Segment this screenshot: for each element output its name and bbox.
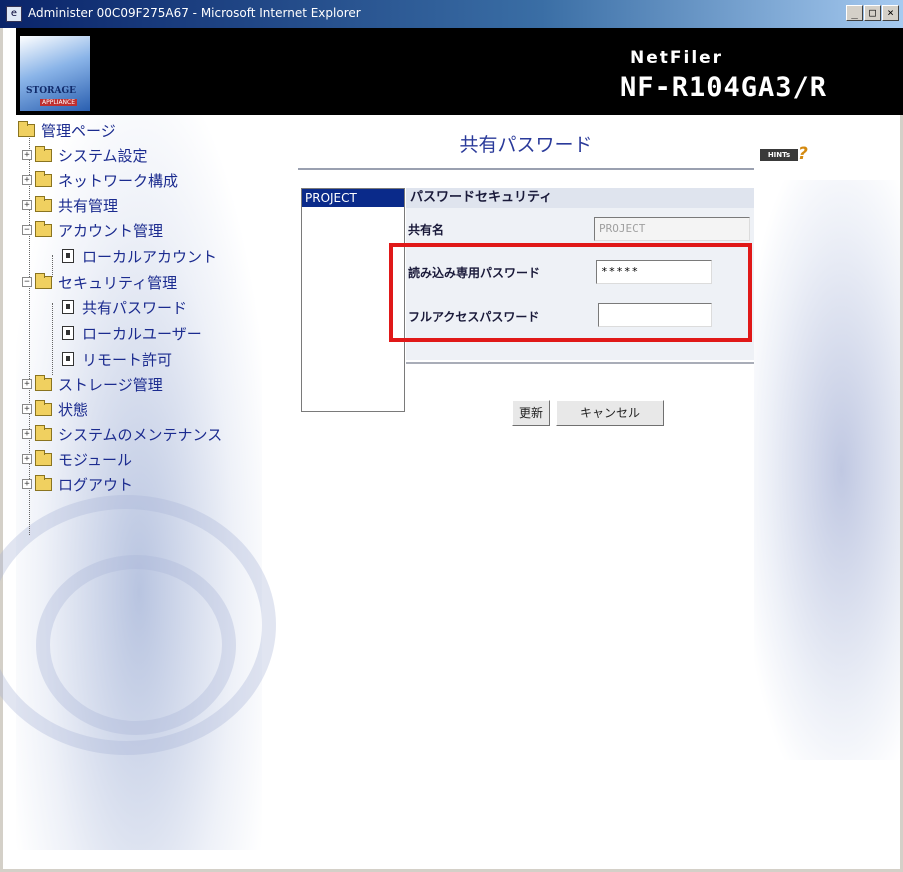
nav-share-password[interactable]: 共有パスワード [62, 295, 187, 319]
nav-label: ログアウト [58, 475, 134, 494]
page-title: 共有パスワード [459, 134, 593, 156]
tree-connector [52, 303, 53, 375]
nav-label: 共有管理 [58, 196, 119, 215]
expand-icon[interactable]: + [22, 379, 32, 389]
cancel-button[interactable]: キャンセル [556, 400, 664, 426]
share-name-field: PROJECT [594, 217, 750, 241]
nav-share-management[interactable]: + 共有管理 [22, 193, 118, 217]
nav-local-account[interactable]: ローカルアカウント [62, 244, 217, 268]
hints-label: HINTs [760, 149, 798, 161]
nav-label: システム設定 [58, 146, 148, 165]
storage-logo: STORAGE APPLIANCE [20, 36, 90, 111]
nav-label: リモート許可 [82, 350, 173, 369]
page-icon [62, 326, 74, 340]
folder-icon [35, 449, 52, 466]
nav-label: ストレージ管理 [58, 375, 163, 394]
expand-icon[interactable]: + [22, 479, 32, 489]
page-icon [62, 300, 74, 314]
window-title: Administer 00C09F275A67 - Microsoft Inte… [28, 6, 361, 20]
nav-modules[interactable]: + モジュール [22, 447, 132, 471]
folder-icon [35, 170, 52, 187]
expand-icon[interactable]: + [22, 404, 32, 414]
panel-title: パスワードセキュリティ [406, 188, 754, 208]
close-button[interactable]: × [882, 5, 899, 21]
share-list-item[interactable]: PROJECT [302, 189, 404, 207]
hints-button[interactable]: HINTs ? [760, 144, 816, 164]
collapse-icon[interactable]: − [22, 225, 32, 235]
nav-label: ローカルユーザー [82, 324, 202, 343]
logo-text: STORAGE [26, 86, 77, 96]
expand-icon[interactable]: + [22, 175, 32, 185]
page-header: STORAGE APPLIANCE NetFiler NF-R104GA3/R [16, 28, 903, 115]
maximize-button[interactable]: □ [864, 5, 881, 21]
nav-account-management[interactable]: − アカウント管理 [22, 218, 163, 242]
folder-icon [35, 145, 52, 162]
nav-admin-page[interactable]: 管理ページ [18, 118, 116, 142]
navigation-sidebar: 管理ページ + システム設定 + ネットワーク構成 + 共有管理 − アカウント… [0, 115, 276, 850]
ie-app-icon: e [6, 6, 22, 22]
share-name-label: 共有名 [408, 223, 445, 237]
title-divider [298, 168, 754, 170]
nav-network[interactable]: + ネットワーク構成 [22, 168, 178, 192]
nav-label: セキュリティ管理 [58, 273, 178, 292]
folder-icon [35, 195, 52, 212]
folder-icon [35, 399, 52, 416]
folder-open-icon [35, 220, 52, 237]
nav-label: アカウント管理 [58, 221, 164, 240]
logo-subtext: APPLIANCE [40, 99, 78, 106]
nav-storage-management[interactable]: + ストレージ管理 [22, 372, 163, 396]
folder-icon [35, 474, 52, 491]
nav-system-maintenance[interactable]: + システムのメンテナンス [22, 422, 222, 446]
folder-icon [35, 374, 52, 391]
nav-security-management[interactable]: − セキュリティ管理 [22, 270, 177, 294]
product-family: NetFiler [630, 48, 724, 68]
collapse-icon[interactable]: − [22, 277, 32, 287]
nav-label: モジュール [58, 450, 132, 469]
nav-remote-permission[interactable]: リモート許可 [62, 347, 172, 371]
product-model: NF-R104GA3/R [620, 72, 828, 103]
expand-icon[interactable]: + [22, 429, 32, 439]
minimize-button[interactable]: _ [846, 5, 863, 21]
decorative-swirl [36, 555, 236, 735]
nav-local-user[interactable]: ローカルユーザー [62, 321, 202, 345]
nav-label: 管理ページ [41, 121, 116, 140]
folder-open-icon [18, 120, 35, 137]
expand-icon[interactable]: + [22, 150, 32, 160]
nav-logout[interactable]: + ログアウト [22, 472, 133, 496]
page-icon [62, 352, 74, 366]
nav-label: ローカルアカウント [82, 247, 218, 266]
nav-label: 共有パスワード [82, 298, 188, 317]
decorative-background [754, 180, 900, 760]
nav-label: ネットワーク構成 [58, 171, 179, 190]
nav-label: 状態 [58, 400, 89, 419]
nav-system-settings[interactable]: + システム設定 [22, 143, 148, 167]
update-button[interactable]: 更新 [512, 400, 550, 426]
nav-label: システムのメンテナンス [58, 425, 223, 444]
window-title-bar[interactable]: e Administer 00C09F275A67 - Microsoft In… [0, 0, 903, 28]
highlight-box [389, 243, 752, 342]
nav-status[interactable]: + 状態 [22, 397, 88, 421]
expand-icon[interactable]: + [22, 200, 32, 210]
expand-icon[interactable]: + [22, 454, 32, 464]
question-mark-icon: ? [798, 144, 808, 164]
folder-icon [35, 424, 52, 441]
folder-open-icon [35, 272, 52, 289]
page-icon [62, 249, 74, 263]
panel-divider [406, 362, 754, 364]
